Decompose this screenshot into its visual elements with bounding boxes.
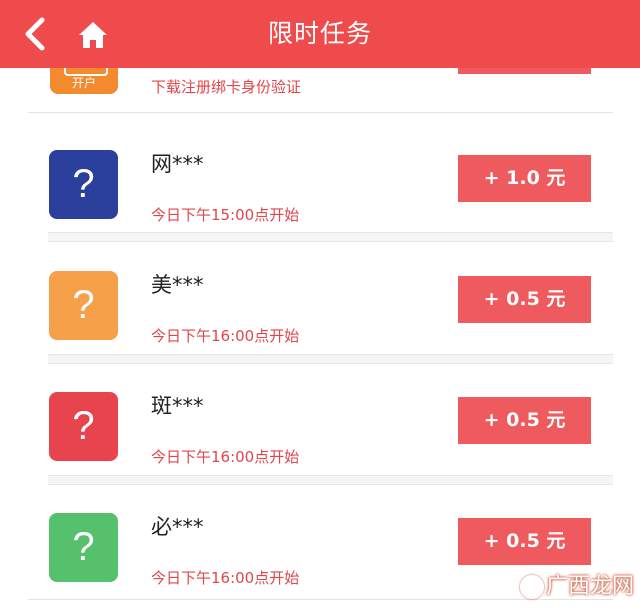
task-list[interactable]: 开户 下载注册绑卡身份验证 ? 网*** 今日下午15:00点开始 + 1.0 … xyxy=(0,68,640,610)
task-name: 美*** xyxy=(151,273,204,297)
reward-button[interactable]: + 0.5 元 xyxy=(458,276,591,323)
watermark-logo-icon xyxy=(519,575,544,599)
reward-button[interactable]: + 1.0 元 xyxy=(458,155,591,202)
question-icon: ? xyxy=(49,150,118,219)
question-icon: ? xyxy=(49,513,118,582)
open-account-icon: 开户 xyxy=(50,68,118,94)
divider xyxy=(48,354,613,364)
divider xyxy=(48,475,613,485)
reward-button[interactable]: + 0.5 元 xyxy=(458,518,591,565)
reward-button[interactable]: + 0.5 元 xyxy=(458,397,591,444)
icon-label: 开户 xyxy=(71,76,96,90)
task-name: 必*** xyxy=(151,515,204,539)
task-start-time: 今日下午16:00点开始 xyxy=(151,569,300,587)
task-start-time: 今日下午16:00点开始 xyxy=(151,327,300,345)
app-header: 限时任务 xyxy=(0,0,640,68)
page-title: 限时任务 xyxy=(267,19,372,48)
divider xyxy=(28,112,613,113)
task-name: 网*** xyxy=(151,152,204,176)
list-item[interactable]: 开户 下载注册绑卡身份验证 xyxy=(0,68,640,112)
task-start-time: 今日下午16:00点开始 xyxy=(151,448,300,466)
divider xyxy=(48,232,613,242)
task-name: 斑*** xyxy=(151,394,204,418)
watermark-text: 广西龙网 xyxy=(545,574,634,599)
task-subtitle: 下载注册绑卡身份验证 xyxy=(151,78,302,96)
question-icon: ? xyxy=(49,271,118,340)
watermark: 广西龙网 xyxy=(519,568,634,600)
question-icon: ? xyxy=(49,392,118,461)
task-start-time: 今日下午15:00点开始 xyxy=(151,206,300,224)
reward-button[interactable] xyxy=(458,68,591,74)
